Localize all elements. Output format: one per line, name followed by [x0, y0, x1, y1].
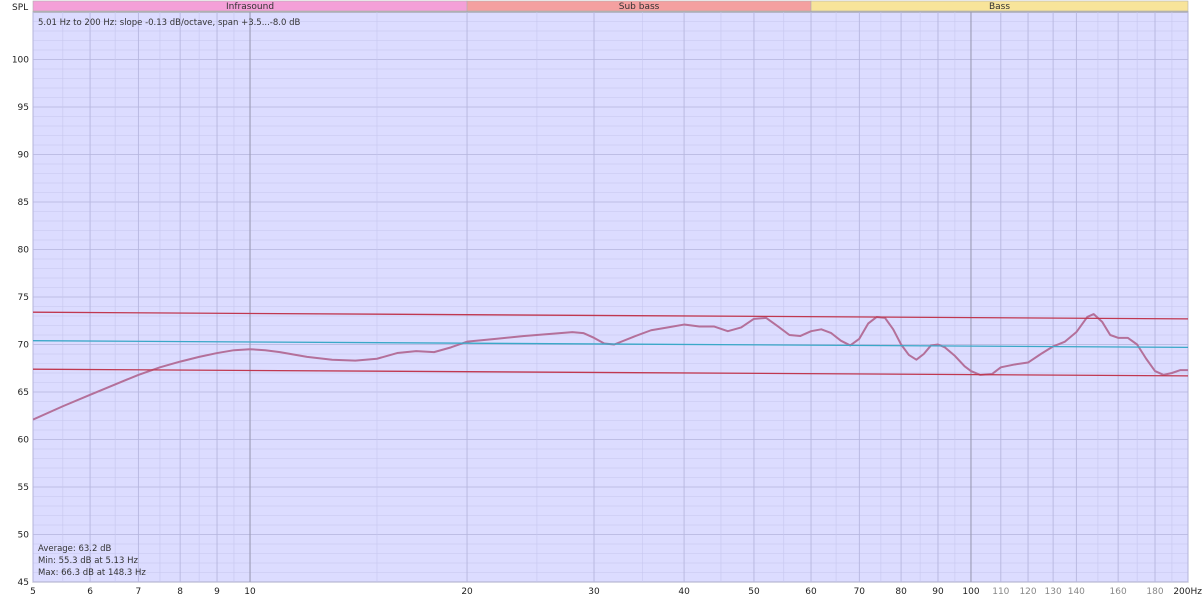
slope-annotation: 5.01 Hz to 200 Hz: slope -0.13 dB/octave… [38, 18, 300, 28]
y-tick-label: 100 [12, 56, 29, 66]
x-tick-label: 130 [1045, 587, 1062, 597]
band-label: Sub bass [619, 2, 660, 12]
y-tick-label: 95 [18, 103, 29, 113]
x-tick-label: 80 [895, 587, 907, 597]
x-tick-label: 9 [214, 587, 220, 597]
x-tick-label: 30 [588, 587, 600, 597]
x-tick-label: 100 [962, 587, 979, 597]
y-tick-label: 65 [18, 388, 29, 398]
x-tick-label: 40 [678, 587, 690, 597]
y-axis-label: SPL [12, 3, 28, 13]
x-tick-label: 8 [177, 587, 183, 597]
stat-max: Max: 66.3 dB at 148.3 Hz [38, 568, 146, 578]
y-tick-label: 45 [18, 578, 29, 588]
y-tick-label: 90 [18, 151, 30, 161]
y-tick-label: 50 [18, 531, 30, 541]
x-tick-label: 110 [992, 587, 1009, 597]
x-tick-label: 5 [30, 587, 36, 597]
stat-min: Min: 55.3 dB at 5.13 Hz [38, 556, 138, 566]
x-tick-label: 50 [748, 587, 760, 597]
x-tick-label: 160 [1110, 587, 1127, 597]
x-tick-label: 90 [932, 587, 944, 597]
stat-average: Average: 63.2 dB [38, 544, 111, 554]
grid [32, 12, 1189, 583]
y-tick-label: 60 [18, 436, 30, 446]
x-tick-label: 180 [1146, 587, 1163, 597]
x-tick-label: 200Hz [1173, 587, 1202, 597]
x-tick-label: 140 [1068, 587, 1085, 597]
x-tick-label: 7 [135, 587, 141, 597]
x-tick-label: 10 [244, 587, 256, 597]
y-tick-label: 70 [18, 341, 30, 351]
frequency-response-chart: Infrasound Sub bass Bass 45505560657075808… [12, 0, 1202, 597]
x-tick-label: 70 [854, 587, 866, 597]
y-tick-label: 85 [18, 198, 29, 208]
y-tick-label: 80 [18, 246, 30, 256]
x-tick-label: 120 [1019, 587, 1036, 597]
band-label: Infrasound [226, 2, 274, 12]
band-label: Bass [989, 2, 1010, 12]
frequency-bands: Infrasound Sub bass Bass [32, 0, 1189, 12]
y-tick-label: 75 [18, 293, 29, 303]
y-tick-label: 55 [18, 483, 29, 493]
x-tick-label: 20 [461, 587, 473, 597]
x-tick-label: 6 [87, 587, 93, 597]
x-tick-label: 60 [805, 587, 817, 597]
